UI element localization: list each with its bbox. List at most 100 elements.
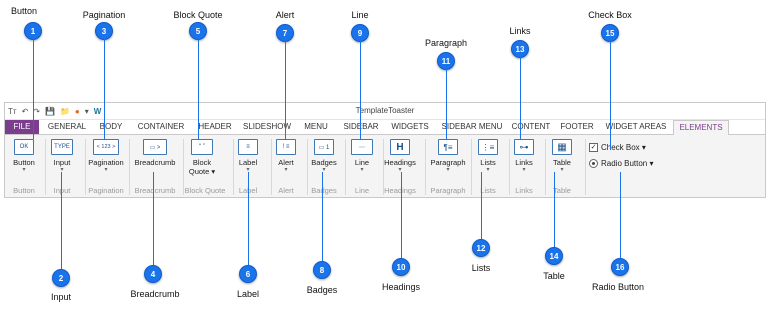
callout-label-table: Table xyxy=(543,271,565,281)
group-label-pagination: Pagination xyxy=(88,186,124,195)
tab-content[interactable]: CONTENT xyxy=(509,120,553,134)
input-tool-label: Input xyxy=(53,158,71,167)
callout-leader xyxy=(446,69,447,139)
tab-header[interactable]: HEADER xyxy=(195,120,235,134)
link-icon: ⊶ xyxy=(514,139,534,155)
breadcrumb-icon: ▭ > xyxy=(143,139,167,155)
list-icon: ⋮≡ xyxy=(478,139,498,155)
callout-badge-6: 6 xyxy=(239,265,257,283)
callout-badge-3: 3 xyxy=(95,22,113,40)
input-tool[interactable]: TYPE Input ▾ xyxy=(39,139,85,173)
pagination-icon: < 123 > xyxy=(93,139,119,155)
callout-badge-4: 4 xyxy=(144,265,162,283)
callout-leader xyxy=(360,41,361,139)
callout-label-line: Line xyxy=(351,10,369,20)
callout-badge-13: 13 xyxy=(511,40,529,58)
breadcrumb-tool-label: Breadcrumb xyxy=(134,158,176,167)
callout-label-radio-button: Radio Button xyxy=(591,282,645,292)
callout-leader xyxy=(248,172,249,266)
checkbox-tool-label: Check Box ▾ xyxy=(601,143,646,152)
app-window: Tт ↶ ↷ 💾 📁 ● ▾ W TemplateToaster FILE GE… xyxy=(4,102,766,198)
checkbox-icon: ✓ xyxy=(589,143,598,152)
callout-leader xyxy=(481,172,482,240)
callout-leader xyxy=(61,172,62,270)
chevron-down-icon: ▾ xyxy=(104,167,108,173)
tab-sidebar-menu[interactable]: SIDEBAR MENU xyxy=(439,120,505,134)
window-title: TemplateToaster xyxy=(355,106,415,115)
table-tool[interactable]: ▦ Table ▾ xyxy=(539,139,585,173)
ribbon-tabs: FILE GENERAL BODY CONTAINER HEADER SLIDE… xyxy=(5,120,765,135)
callout-label-badges: Badges xyxy=(306,285,338,295)
callout-badge-8: 8 xyxy=(313,261,331,279)
type-input-icon: TYPE xyxy=(51,139,73,155)
tab-footer[interactable]: FOOTER xyxy=(557,120,597,134)
checkbox-tool[interactable]: ✓ Check Box ▾ xyxy=(589,143,646,152)
group-divider xyxy=(585,139,586,195)
callout-badge-15: 15 xyxy=(601,24,619,42)
blockquote-tool[interactable]: “ ” Block Quote ▾ xyxy=(177,139,227,176)
headings-tool[interactable]: H Headings ▾ xyxy=(377,139,423,173)
radio-button-tool[interactable]: Radio Button ▾ xyxy=(589,159,654,168)
callout-leader xyxy=(620,172,621,259)
callout-leader xyxy=(285,41,286,139)
callout-label-links: Links xyxy=(509,26,531,36)
callout-badge-16: 16 xyxy=(611,258,629,276)
callout-leader xyxy=(610,41,611,149)
callout-badge-10: 10 xyxy=(392,258,410,276)
callout-badge-7: 7 xyxy=(276,24,294,42)
tab-sidebar[interactable]: SIDEBAR xyxy=(339,120,383,134)
pagination-tool-label: Pagination xyxy=(88,158,124,167)
callout-label-headings: Headings xyxy=(381,282,421,292)
callout-leader xyxy=(33,39,34,139)
group-label-table: Table xyxy=(553,186,571,195)
table-tool-label: Table xyxy=(553,158,571,167)
callout-leader xyxy=(322,172,323,262)
tab-general[interactable]: GENERAL xyxy=(45,120,89,134)
tab-widgets[interactable]: WIDGETS xyxy=(387,120,433,134)
chevron-down-icon: ▾ xyxy=(60,167,64,173)
label-icon: ≡ xyxy=(238,139,258,155)
callout-leader xyxy=(554,172,555,248)
heading-icon: H xyxy=(390,139,410,155)
callout-label-breadcrumb: Breadcrumb xyxy=(130,289,180,299)
tab-container[interactable]: CONTAINER xyxy=(135,120,187,134)
callout-leader xyxy=(520,57,521,139)
tab-menu[interactable]: MENU xyxy=(299,120,333,134)
alert-icon: ! ≡ xyxy=(276,139,296,155)
callout-label-button: Button xyxy=(10,6,38,16)
tab-elements[interactable]: ELEMENTS xyxy=(673,120,729,135)
callout-label-blockquote: Block Quote xyxy=(173,10,223,20)
radio-button-tool-label: Radio Button ▾ xyxy=(601,159,654,168)
chevron-down-icon: ▾ xyxy=(398,167,402,173)
breadcrumb-tool[interactable]: ▭ > Breadcrumb xyxy=(129,139,181,167)
group-label-breadcrumb: Breadcrumb xyxy=(134,186,176,195)
callout-badge-9: 9 xyxy=(351,24,369,42)
callout-label-checkbox: Check Box xyxy=(588,10,632,20)
callout-badge-2: 2 xyxy=(52,269,70,287)
pagination-tool[interactable]: < 123 > Pagination ▾ xyxy=(83,139,129,173)
tab-widget-areas[interactable]: WIDGET AREAS xyxy=(603,120,669,134)
paragraph-icon: ¶≡ xyxy=(438,139,458,155)
table-icon: ▦ xyxy=(552,139,572,155)
callout-label-lists: Lists xyxy=(471,263,491,273)
radio-icon xyxy=(589,159,598,168)
badge-icon: ▭ 1 xyxy=(314,139,334,155)
line-icon: ⋯ xyxy=(351,139,373,155)
headings-tool-label: Headings xyxy=(384,158,416,167)
callout-label-alert: Alert xyxy=(275,10,295,20)
callout-label-pagination: Pagination xyxy=(82,10,126,20)
callout-leader xyxy=(104,39,105,139)
ribbon-elements: OK Button ▾ Button TYPE Input ▾ Input < … xyxy=(5,135,765,197)
quote-icon: “ ” xyxy=(191,139,213,155)
group-label-headings: Headings xyxy=(384,186,416,195)
callout-leader xyxy=(198,39,199,139)
callout-badge-5: 5 xyxy=(189,22,207,40)
tab-body[interactable]: BODY xyxy=(95,120,127,134)
callout-badge-14: 14 xyxy=(545,247,563,265)
title-bar: Tт ↶ ↷ 💾 📁 ● ▾ W TemplateToaster xyxy=(5,103,765,120)
callout-leader xyxy=(153,172,154,266)
callout-label-input: Input xyxy=(50,292,72,302)
callout-badge-11: 11 xyxy=(437,52,455,70)
group-label-input: Input xyxy=(53,186,71,195)
callout-badge-12: 12 xyxy=(472,239,490,257)
